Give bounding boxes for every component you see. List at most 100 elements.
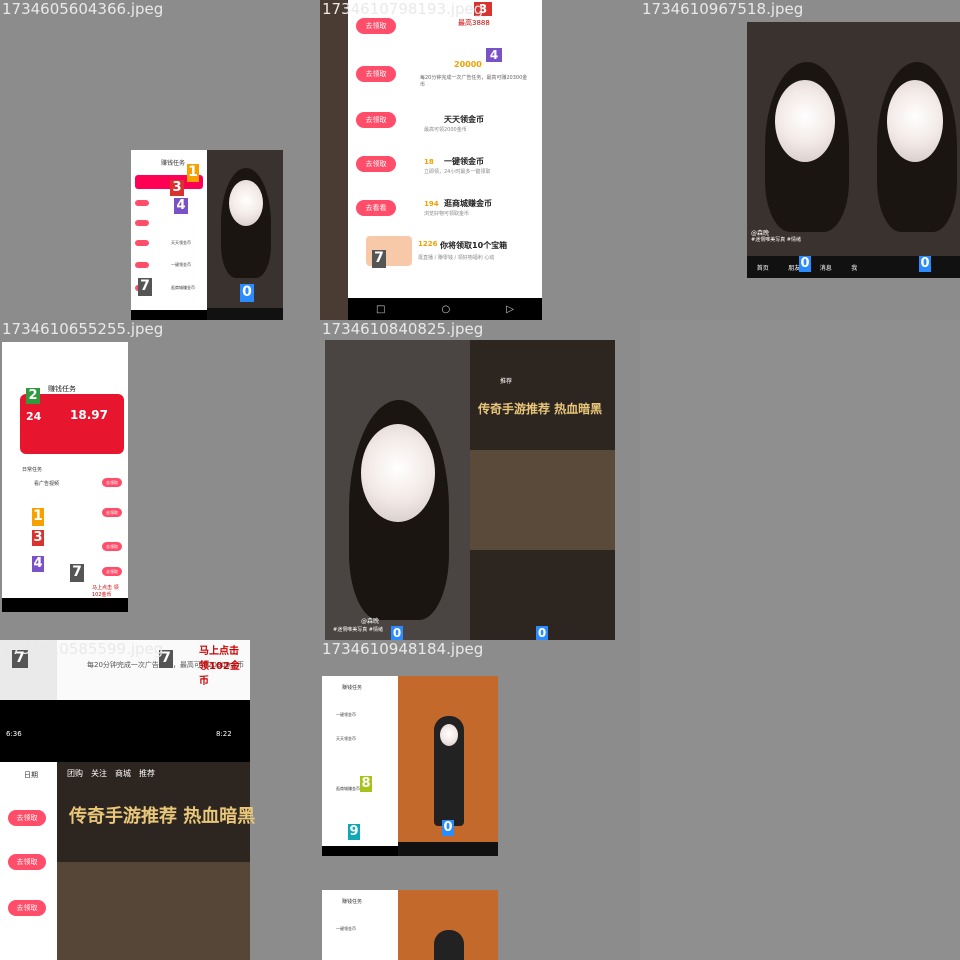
reward-label: 1226 bbox=[418, 240, 438, 248]
video-screen: @森晚 #迷惘唯美写真 #情绪 0 bbox=[325, 340, 470, 640]
game-title: 传奇手游推荐 热血暗黑 bbox=[69, 806, 256, 827]
game-title: 传奇手游推荐 热血暗黑 bbox=[478, 402, 603, 416]
go-claim-button[interactable]: 去领取 bbox=[102, 508, 122, 517]
caption-label: #迷惘唯美写真 #情绪 bbox=[333, 627, 383, 633]
marker-9: 9 bbox=[348, 824, 360, 840]
marker-0: 0 bbox=[391, 626, 403, 640]
coins-value: 24 bbox=[26, 410, 42, 423]
section-label: 日常任务 bbox=[22, 467, 43, 473]
tab-recommend[interactable]: 推荐 bbox=[500, 376, 512, 385]
marker-0: 0 bbox=[442, 820, 454, 836]
cell-5: 1734610840825.jpeg @森晚 #迷惘唯美写真 #情绪 0 推荐 … bbox=[320, 320, 640, 640]
filename: 1734610840825.jpeg bbox=[322, 320, 484, 338]
cell-1: 1734605604366.jpeg 赚钱任务 天天领金币 一键领金币 逛商城赚… bbox=[0, 0, 320, 320]
bonus-text: 马上点击 领102金币 bbox=[92, 585, 119, 598]
nav-back-icon[interactable]: □ bbox=[376, 304, 385, 315]
go-claim-button[interactable]: 去领取 bbox=[356, 112, 396, 128]
tab-me[interactable]: 我 bbox=[851, 263, 857, 272]
page-title: 赚钱任务 bbox=[48, 385, 76, 393]
video-screen-2: 0 bbox=[867, 22, 960, 278]
bottom-tabbar bbox=[207, 308, 283, 320]
filename: 1734610948184.jpeg bbox=[322, 640, 484, 658]
go-claim-button[interactable]: 去领取 bbox=[8, 810, 46, 826]
video-screen: @森晚 #迷惘唯美写真 #情绪 首页 朋友 消息 我 0 bbox=[747, 22, 867, 278]
cell-2: 1734610798193.jpeg 3 最高3888 去领取 4 20000 … bbox=[320, 0, 640, 320]
task-title: 逛商城赚金币 bbox=[336, 786, 360, 791]
top-tabs: 团购 关注 商城 推荐 bbox=[67, 768, 155, 779]
go-claim-button[interactable]: 去领取 bbox=[102, 567, 122, 576]
nav-recent-icon[interactable]: ▷ bbox=[506, 304, 514, 315]
tab-group[interactable]: 团购 bbox=[67, 768, 83, 779]
status-time: 6:36 bbox=[6, 730, 22, 738]
marker-7: 7 bbox=[138, 278, 152, 296]
filename: 1734610655255.jpeg bbox=[2, 320, 164, 338]
author-label[interactable]: @森晚 bbox=[361, 616, 379, 625]
tab-mall[interactable]: 商城 bbox=[115, 768, 131, 779]
marker-0: 0 bbox=[919, 256, 931, 272]
go-claim-button[interactable] bbox=[135, 262, 149, 268]
marker-0: 0 bbox=[536, 626, 548, 640]
go-claim-button[interactable]: 去领取 bbox=[356, 18, 396, 34]
filename: 1734610967518.jpeg bbox=[642, 0, 804, 18]
bonus-text: 马上点击 领102金币 bbox=[199, 646, 240, 687]
task-desc: 逛直播 / 赚零钱 / 领好物福利 心动 bbox=[418, 255, 495, 261]
tab-home[interactable]: 首页 bbox=[757, 263, 769, 272]
system-navbar bbox=[131, 310, 207, 320]
marker-3: 3 bbox=[170, 180, 184, 196]
task-title: 天天领金币 bbox=[171, 240, 191, 245]
face-shape bbox=[775, 80, 835, 162]
nav-home-icon[interactable]: ○ bbox=[442, 304, 451, 315]
task-title: 一键领金币 bbox=[444, 157, 484, 166]
task-screen: 3 最高3888 去领取 4 20000 每20分钟完成一次广告任务，最高可赚2… bbox=[348, 0, 542, 298]
task-desc: 立即领，24小时最多一键领取 bbox=[424, 169, 491, 175]
task-title: 一键领金币 bbox=[336, 926, 356, 931]
marker-2: 2 bbox=[26, 388, 40, 404]
filename: 1734610585599.jpeg bbox=[2, 640, 164, 658]
go-claim-button[interactable]: 去领取 bbox=[102, 478, 122, 487]
task-screen: 日期 去领取 去领取 去领取 bbox=[0, 762, 57, 960]
left-edge-video bbox=[320, 0, 348, 320]
marker-0: 0 bbox=[799, 256, 811, 272]
tab-follow[interactable]: 关注 bbox=[91, 768, 107, 779]
go-claim-button[interactable] bbox=[135, 220, 149, 226]
task-desc: 浏览好物可领取金币 bbox=[424, 211, 470, 217]
task-title: 一键领金币 bbox=[171, 262, 191, 267]
system-navbar bbox=[322, 846, 398, 856]
filename: 1734605604366.jpeg bbox=[2, 0, 164, 18]
go-claim-button[interactable]: 去领取 bbox=[102, 542, 122, 551]
go-claim-button[interactable]: 去领取 bbox=[356, 156, 396, 172]
system-navbar: □ ○ ▷ bbox=[348, 298, 542, 320]
marker-0: 0 bbox=[240, 284, 254, 302]
live-video-screen: 0 bbox=[398, 676, 498, 856]
filename: 1734610798193.jpeg bbox=[322, 0, 484, 18]
task-screen: 赚钱任务 一键领金币 天天领金币 逛商城赚金币 8 9 bbox=[322, 676, 398, 856]
game-scene bbox=[57, 862, 250, 960]
cell-3: 1734610967518.jpeg @森晚 #迷惘唯美写真 #情绪 首页 朋友… bbox=[640, 0, 960, 320]
tab-recommend[interactable]: 推荐 bbox=[139, 768, 155, 779]
face-shape bbox=[440, 724, 458, 746]
reward-label: 194 bbox=[424, 200, 439, 208]
task-title: 天天领金币 bbox=[444, 115, 484, 124]
game-scene bbox=[470, 450, 615, 550]
bottom-tabbar bbox=[398, 842, 498, 856]
task-screen: 赚钱任务 24 18.97 2 日常任务 看广告视频 去领取 去领取 去领取 去… bbox=[2, 342, 128, 612]
caption-label: #迷惘唯美写真 #情绪 bbox=[751, 237, 801, 243]
go-claim-button[interactable]: 去领取 bbox=[356, 66, 396, 82]
date-label: 日期 bbox=[24, 771, 38, 779]
cell-4: 1734610655255.jpeg 赚钱任务 24 18.97 2 日常任务 … bbox=[0, 320, 320, 640]
cell-6: 1734610585599.jpeg 7 每20分钟完成一次广告任务，最高可赚2… bbox=[0, 640, 320, 960]
page-title: 赚钱任务 bbox=[342, 685, 363, 691]
go-claim-button[interactable]: 去领取 bbox=[8, 854, 46, 870]
go-claim-button[interactable]: 去领取 bbox=[8, 900, 46, 916]
task-title: 逛商城赚金币 bbox=[171, 285, 195, 290]
task-screen-2: 赚钱任务 一键领金币 bbox=[322, 890, 398, 960]
marker-8: 8 bbox=[360, 776, 372, 792]
tab-messages[interactable]: 消息 bbox=[820, 263, 832, 272]
face-shape bbox=[229, 180, 263, 226]
marker-1: 1 bbox=[32, 508, 44, 526]
watch-button[interactable]: 去看看 bbox=[356, 200, 396, 216]
reward-label: 20000 bbox=[454, 60, 482, 69]
task-desc: 每20分钟完成一次广告任务，最高可赚20300金币 bbox=[420, 75, 528, 88]
go-claim-button[interactable] bbox=[135, 240, 149, 246]
go-claim-button[interactable] bbox=[135, 200, 149, 206]
